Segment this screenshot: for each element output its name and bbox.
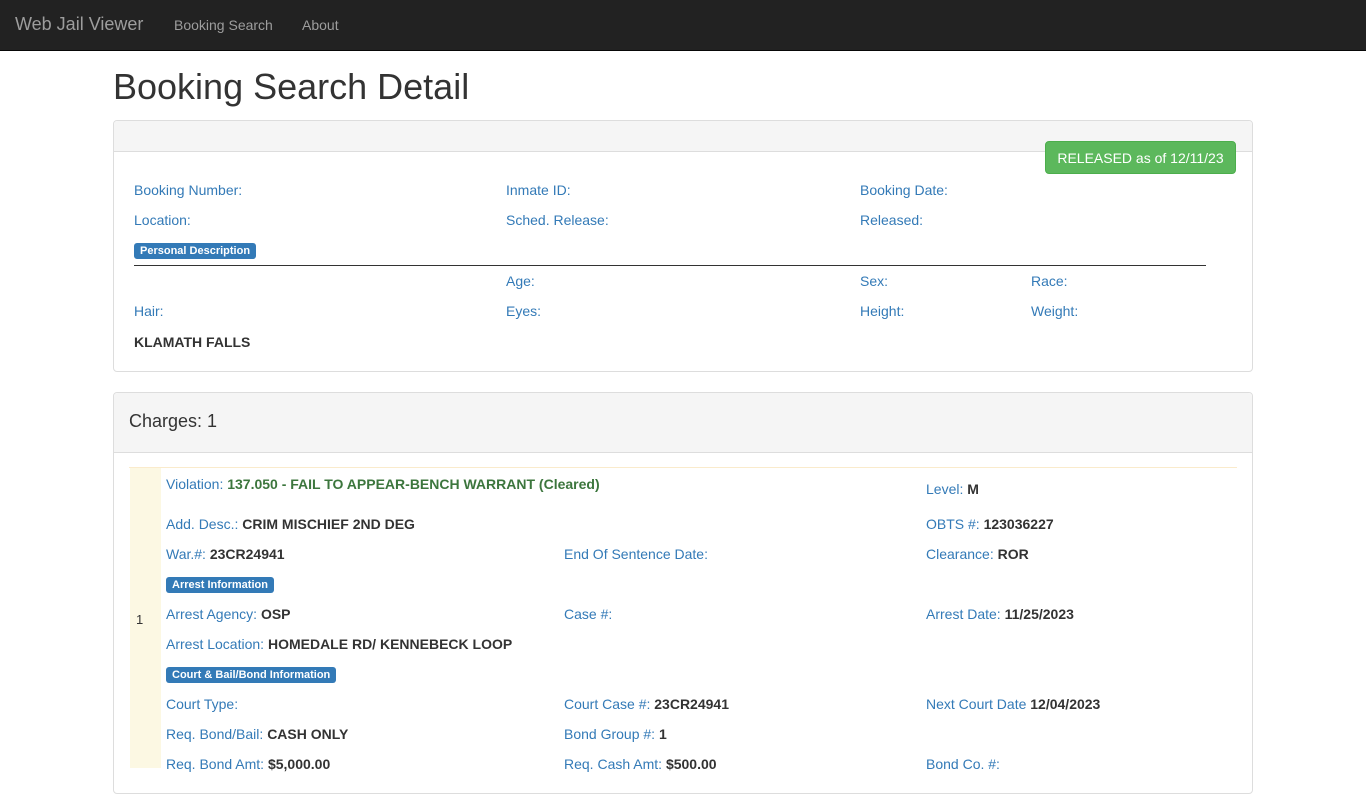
- level-label: Level:: [926, 481, 964, 497]
- charge-number-cell: [130, 468, 161, 768]
- req-cash-amt-label: Req. Cash Amt:: [564, 756, 663, 772]
- arrest-date-label: Arrest Date:: [926, 606, 1001, 622]
- height-label: Height:: [860, 303, 905, 319]
- arrest-date-value: 11/25/2023: [1004, 606, 1074, 622]
- req-bond-label: Req. Bond/Bail:: [166, 726, 264, 742]
- bond-group-label: Bond Group #:: [564, 726, 656, 742]
- clearance-label: Clearance:: [926, 546, 994, 562]
- next-court-field: Next Court Date 12/04/2023: [926, 696, 1100, 712]
- court-bail-bond-badge: Court & Bail/Bond Information: [166, 667, 337, 683]
- location-label: Location:: [134, 212, 191, 228]
- warrant-label: War.#:: [166, 546, 206, 562]
- arrest-agency-value: OSP: [260, 606, 291, 622]
- weight-label: Weight:: [1031, 303, 1079, 319]
- next-court-label: Next Court Date: [926, 696, 1027, 712]
- court-type-label: Court Type:: [166, 696, 239, 712]
- level-value: M: [967, 481, 979, 497]
- race-label: Race:: [1031, 273, 1068, 289]
- arrest-agency-field: Arrest Agency: OSP: [166, 606, 291, 622]
- court-case-field: Court Case #: 23CR24941: [564, 696, 729, 712]
- released-label: Released:: [860, 212, 924, 228]
- charges-title: Charges: 1: [129, 411, 218, 431]
- personal-description-badge: Personal Description: [134, 243, 257, 259]
- nav-about[interactable]: About: [302, 17, 339, 33]
- end-of-sentence-label: End Of Sentence Date:: [564, 546, 708, 562]
- arrest-date-field: Arrest Date: 11/25/2023: [926, 606, 1074, 622]
- req-cash-amt-value: $500.00: [665, 756, 717, 772]
- bond-co-label: Bond Co. #:: [926, 756, 1000, 772]
- booking-date-label: Booking Date:: [860, 182, 948, 198]
- clearance-value: ROR: [997, 546, 1029, 562]
- violation-value: 137.050 - FAIL TO APPEAR-BENCH WARRANT (…: [227, 476, 600, 492]
- eyes-label: Eyes:: [506, 303, 542, 319]
- arrest-information-badge: Arrest Information: [166, 577, 274, 593]
- warrant-field: War.#: 23CR24941: [166, 546, 285, 562]
- divider: [134, 265, 1206, 266]
- arrest-location-field: Arrest Location: HOMEDALE RD/ KENNEBECK …: [166, 636, 512, 652]
- next-court-value: 12/04/2023: [1030, 696, 1101, 712]
- obts-label: OBTS #:: [926, 516, 980, 532]
- page-title: Booking Search Detail: [113, 66, 470, 107]
- court-case-label: Court Case #:: [564, 696, 651, 712]
- sched-release-label: Sched. Release:: [506, 212, 609, 228]
- add-desc-label: Add. Desc.:: [166, 516, 239, 532]
- req-bond-amt-value: $5,000.00: [267, 756, 331, 772]
- arrest-location-value: HOMEDALE RD/ KENNEBECK LOOP: [267, 636, 513, 652]
- req-bond-amt-label: Req. Bond Amt:: [166, 756, 265, 772]
- court-case-value: 23CR24941: [654, 696, 729, 712]
- arrest-location-label: Arrest Location:: [166, 636, 265, 652]
- release-status-button[interactable]: RELEASED as of 12/11/23: [1045, 141, 1236, 174]
- top-navbar: Web Jail Viewer Booking Search About: [0, 0, 1366, 51]
- brand-link[interactable]: Web Jail Viewer: [15, 14, 143, 35]
- violation-field: Violation: 137.050 - FAIL TO APPEAR-BENC…: [166, 476, 600, 492]
- level-field: Level: M: [926, 481, 979, 497]
- bond-group-value: 1: [658, 726, 667, 742]
- city-value: KLAMATH FALLS: [134, 334, 251, 350]
- obts-field: OBTS #: 123036227: [926, 516, 1054, 532]
- case-number-label: Case #:: [564, 606, 613, 622]
- sex-label: Sex:: [860, 273, 889, 289]
- warrant-value: 23CR24941: [209, 546, 285, 562]
- hair-label: Hair:: [134, 303, 164, 319]
- violation-label: Violation:: [166, 476, 224, 492]
- add-desc-value: CRIM MISCHIEF 2ND DEG: [242, 516, 415, 532]
- obts-value: 123036227: [983, 516, 1054, 532]
- inmate-id-label: Inmate ID:: [506, 182, 571, 198]
- bond-group-field: Bond Group #: 1: [564, 726, 667, 742]
- req-bond-amt-field: Req. Bond Amt: $5,000.00: [166, 756, 330, 772]
- nav-booking-search[interactable]: Booking Search: [174, 17, 273, 33]
- req-cash-amt-field: Req. Cash Amt: $500.00: [564, 756, 717, 772]
- add-desc-field: Add. Desc.: CRIM MISCHIEF 2ND DEG: [166, 516, 415, 532]
- arrest-agency-label: Arrest Agency:: [166, 606, 258, 622]
- clearance-field: Clearance: ROR: [926, 546, 1029, 562]
- charge-number: 1: [136, 612, 144, 627]
- charges-panel-header: [114, 393, 1252, 453]
- req-bond-value: CASH ONLY: [267, 726, 349, 742]
- age-label: Age:: [506, 273, 535, 289]
- req-bond-field: Req. Bond/Bail: CASH ONLY: [166, 726, 348, 742]
- booking-number-label: Booking Number:: [134, 182, 243, 198]
